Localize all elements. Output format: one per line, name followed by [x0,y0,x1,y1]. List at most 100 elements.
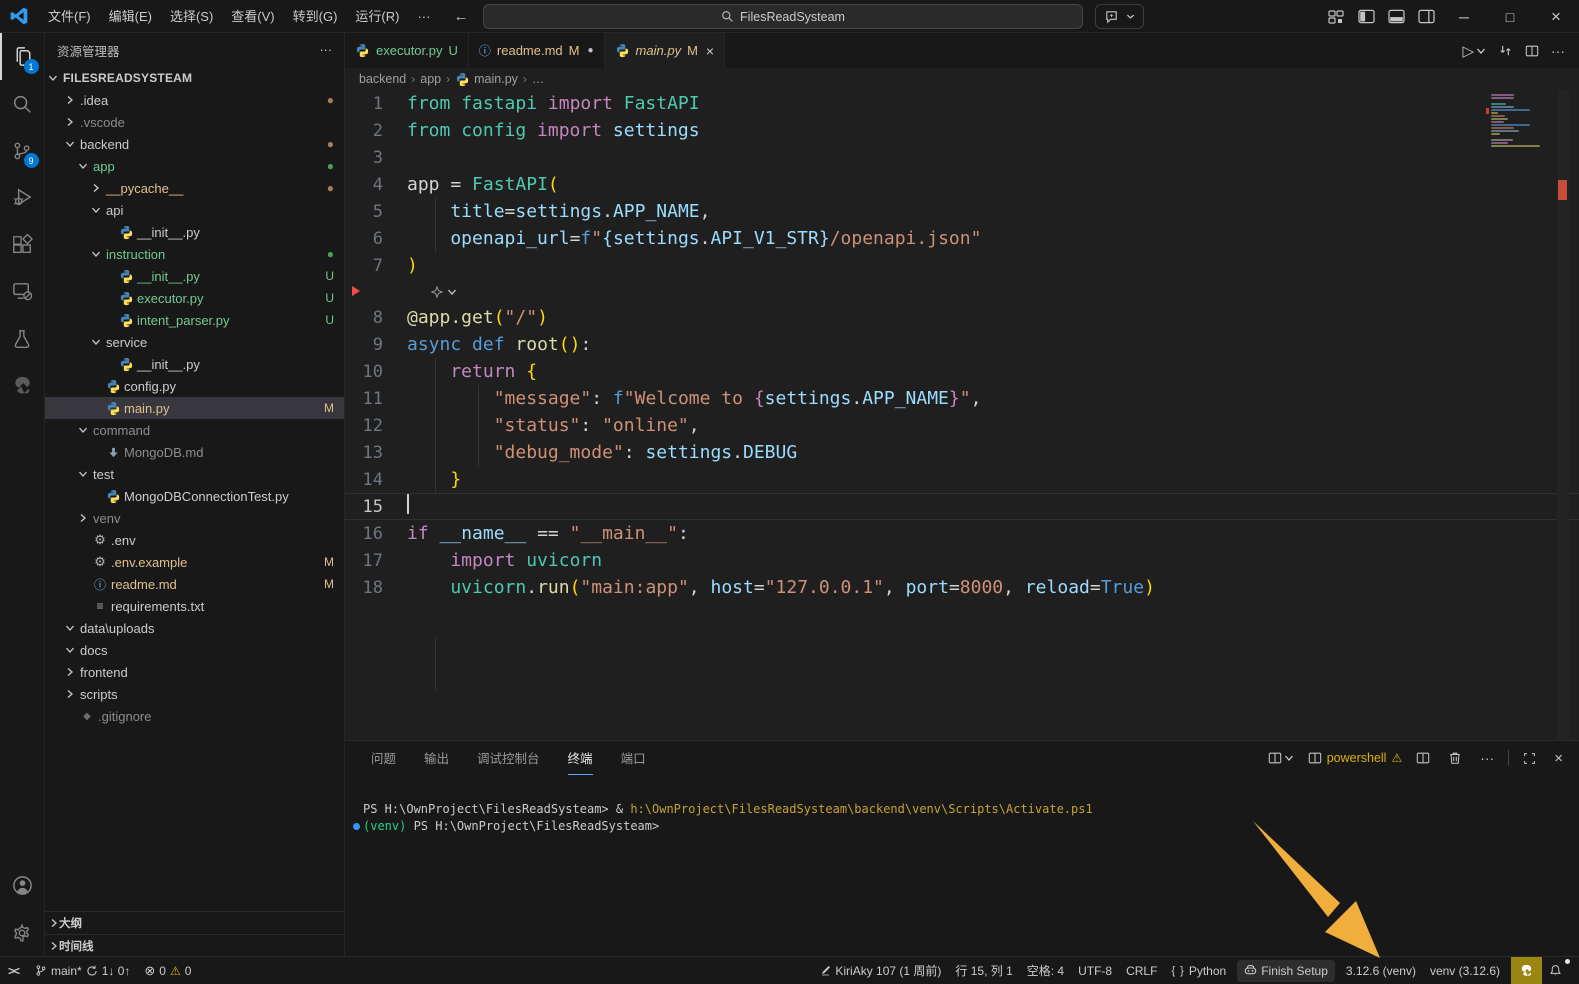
status-finish-setup[interactable]: Finish Setup [1237,960,1335,982]
code-line-13[interactable]: 13 "debug_mode": settings.DEBUG [345,439,1579,466]
tree-item[interactable]: config.py [45,375,344,397]
status-cursor-position[interactable]: 行 15, 列 1 [948,960,1019,982]
status-git-blame[interactable]: KiriAky 107 (1 周前) [813,960,948,982]
breadcrumb-item[interactable]: … [532,72,545,86]
code-line-5[interactable]: 5 title=settings.APP_NAME, [345,198,1579,225]
tree-item[interactable]: command [45,419,344,441]
menu-0[interactable]: 文件(F) [39,9,100,24]
split-editor-button[interactable] [1521,41,1543,61]
tab-close-icon[interactable]: × [706,43,714,59]
activity-settings-icon[interactable] [0,909,45,956]
breadcrumb-item[interactable]: backend [359,72,406,86]
panel-more-actions-button[interactable]: ··· [1476,747,1498,769]
status-problems[interactable]: ⊗0⚠0 [137,960,198,982]
status-eol[interactable]: CRLF [1119,960,1164,982]
tree-item[interactable]: scripts [45,683,344,705]
code-line-15[interactable]: 15 [345,493,1579,520]
tree-item[interactable]: __init__.py [45,221,344,243]
tree-item[interactable]: frontend [45,661,344,683]
status-python-interpreter[interactable]: 3.12.6 (venv) [1339,960,1423,982]
tree-item[interactable]: MongoDB.md [45,441,344,463]
activity-explorer-icon[interactable]: 1 [0,33,45,80]
tab-main.py[interactable]: main.pyM× [605,33,726,68]
tree-item[interactable]: MongoDBConnectionTest.py [45,485,344,507]
status-language-mode[interactable]: { }Python [1164,960,1233,982]
code-line-14[interactable]: 14 } [345,466,1579,493]
tree-item[interactable]: api [45,199,344,221]
status-remote[interactable]: >< [0,960,28,982]
tree-root[interactable]: FILESREADSYSTEAM [45,67,344,89]
code-line-18[interactable]: 18 uvicorn.run("main:app", host="127.0.0… [345,574,1579,601]
status-extension-swirl[interactable] [1511,957,1542,984]
toggle-secondary-sidebar-icon[interactable] [1411,0,1441,33]
panel-tab-问题[interactable]: 问题 [371,741,396,775]
code-line-11[interactable]: 11 "message": f"Welcome to {settings.APP… [345,385,1579,412]
window-minimize-button[interactable]: ─ [1441,0,1487,33]
customize-layout-icon[interactable] [1321,0,1351,33]
tree-item[interactable]: main.pyM [45,397,344,419]
code-line-6[interactable]: 6 openapi_url=f"{settings.API_V1_STR}/op… [345,225,1579,252]
code-line-1[interactable]: 1from fastapi import FastAPI [345,90,1579,117]
nav-back-button[interactable]: ← [453,8,468,25]
sidebar-section-0[interactable]: 大纲 [45,912,344,934]
panel-tab-输出[interactable]: 输出 [424,741,449,775]
panel-tab-端口[interactable]: 端口 [621,741,646,775]
tree-item[interactable]: __pycache__● [45,177,344,199]
tree-item[interactable]: ⓘreadme.mdM [45,573,344,595]
toggle-panel-icon[interactable] [1381,0,1411,33]
terminal-list-item[interactable]: powershell⚠ [1308,751,1403,765]
breadcrumb-item[interactable]: app [420,72,441,86]
code-line-7[interactable]: 7) [345,252,1579,279]
terminal[interactable]: PS H:\OwnProject\FilesReadSysteam> & h:\… [345,775,1579,956]
kill-terminal-button[interactable] [1444,748,1466,768]
launch-profile-button[interactable] [1264,748,1298,768]
code-line-10[interactable]: 10 return { [345,358,1579,385]
tree-item[interactable]: ⚙.env [45,529,344,551]
tree-item[interactable]: ≡requirements.txt [45,595,344,617]
status-python-env[interactable]: venv (3.12.6) [1423,960,1507,982]
menu-2[interactable]: 选择(S) [161,9,222,24]
status-indentation[interactable]: 空格: 4 [1020,960,1071,982]
status-git-branch[interactable]: main*1↓ 0↑ [28,960,137,982]
split-terminal-button[interactable] [1412,748,1434,768]
code-line-12[interactable]: 12 "status": "online", [345,412,1579,439]
tree-item[interactable]: ◆.gitignore [45,705,344,727]
code-line-16[interactable]: 16if __name__ == "__main__": [345,520,1579,547]
maximize-panel-button[interactable] [1519,749,1540,768]
tree-item[interactable]: app● [45,155,344,177]
menu-4[interactable]: 转到(G) [284,9,347,24]
menu-5[interactable]: 运行(R) [346,9,408,24]
tree-item[interactable]: intent_parser.pyU [45,309,344,331]
run-python-file-button[interactable]: ▷ [1458,39,1490,63]
code-editor[interactable]: 1from fastapi import FastAPI2from config… [345,90,1579,740]
breadcrumb-item[interactable]: main.py [455,72,518,87]
window-close-button[interactable]: × [1533,0,1579,33]
tree-item[interactable]: __init__.pyU [45,265,344,287]
breadcrumb[interactable]: backend›app›main.py›… [345,68,1579,90]
tree-item[interactable]: data\uploads [45,617,344,639]
code-line-9[interactable]: 9async def root(): [345,331,1579,358]
tree-item[interactable]: ⚙.env.exampleM [45,551,344,573]
activity-run-and-debug-icon[interactable] [0,174,45,221]
tree-item[interactable]: executor.pyU [45,287,344,309]
copilot-menu-button[interactable] [1095,4,1144,29]
panel-tab-调试控制台[interactable]: 调试控制台 [477,741,540,775]
activity-testing-icon[interactable] [0,315,45,362]
code-line-8[interactable]: 8@app.get("/") [345,304,1579,331]
tree-item[interactable]: docs [45,639,344,661]
activity-extension-swirl-icon[interactable] [0,362,45,409]
window-maximize-button[interactable]: □ [1487,0,1533,33]
activity-source-control-icon[interactable]: 9 [0,127,45,174]
tree-item[interactable]: backend● [45,133,344,155]
activity-remote-explorer-icon[interactable] [0,268,45,315]
tree-item[interactable]: .idea● [45,89,344,111]
tree-item[interactable]: service [45,331,344,353]
more-actions-button[interactable]: ··· [1547,40,1569,62]
sidebar-section-1[interactable]: 时间线 [45,934,344,956]
copilot-sparkle-icon[interactable] [430,285,457,299]
explorer-more-actions-button[interactable]: ··· [320,43,333,57]
menu-more-button[interactable]: ··· [408,9,439,24]
code-line-3[interactable]: 3 [345,144,1579,171]
toggle-primary-sidebar-icon[interactable] [1351,0,1381,33]
activity-accounts-icon[interactable] [0,862,45,909]
